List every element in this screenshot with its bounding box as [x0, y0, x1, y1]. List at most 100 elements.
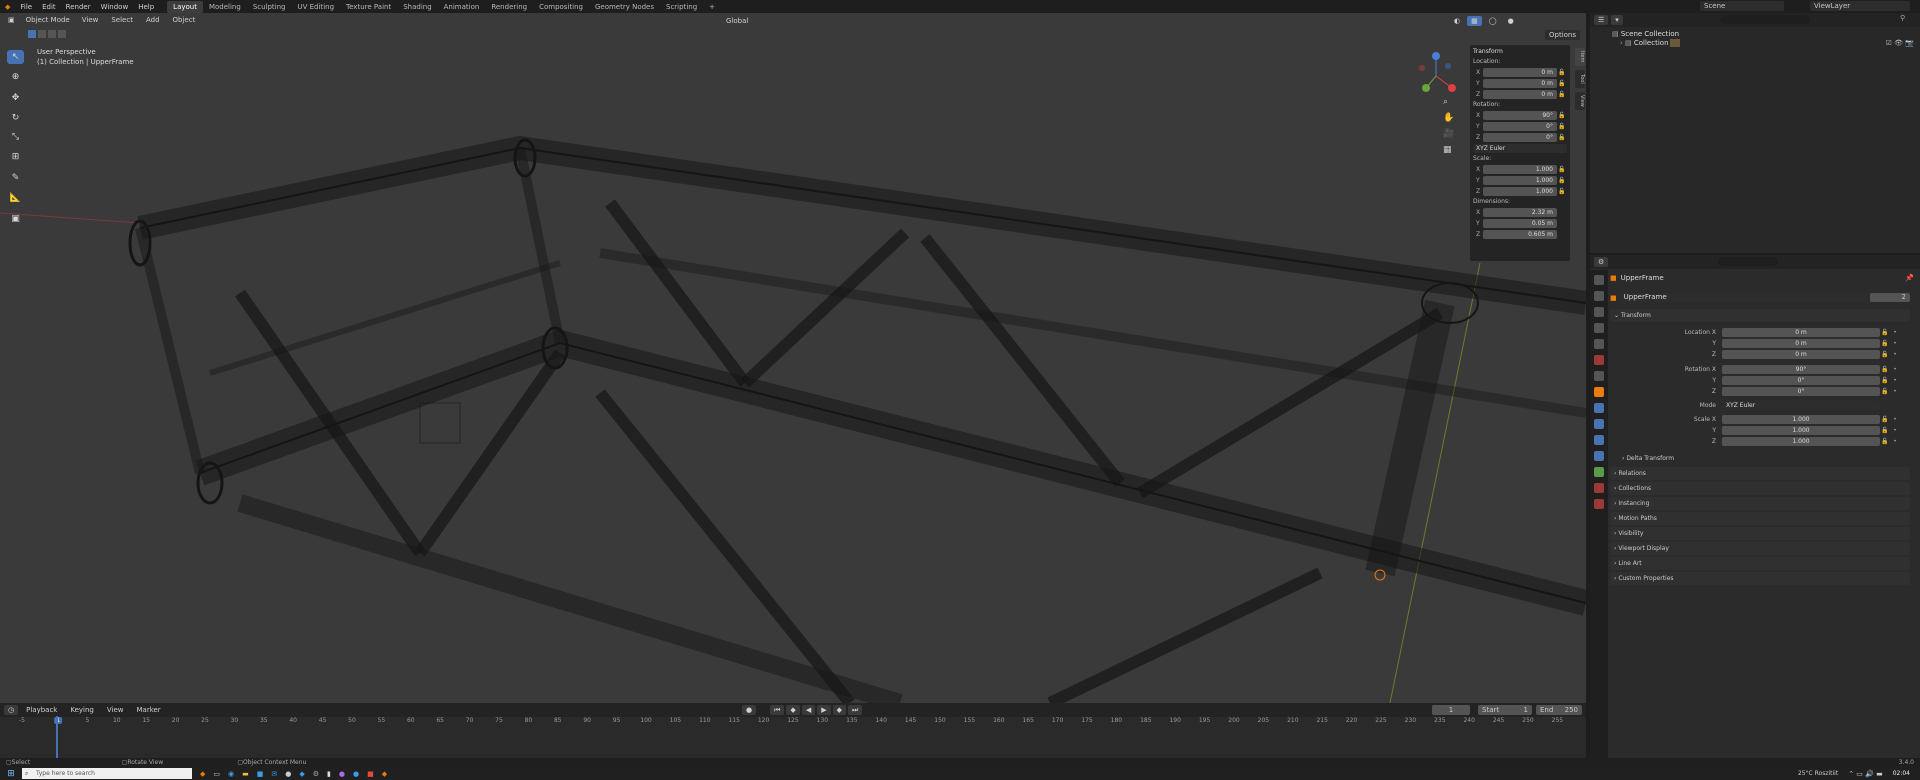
prop-rotation-z-field[interactable]: 0°	[1722, 387, 1880, 396]
rotation-mode-dropdown[interactable]: XYZ Euler	[1722, 401, 1880, 410]
rotation-y-field[interactable]: 0°	[1483, 122, 1557, 131]
workspace-tab-animation[interactable]: Animation	[438, 1, 486, 13]
section-relations[interactable]: › Relations	[1610, 467, 1910, 480]
scene-selector[interactable]: Scene	[1700, 1, 1784, 11]
lock-icon[interactable]: 🔓	[1557, 112, 1567, 119]
workspace-tab-geometry-nodes[interactable]: Geometry Nodes	[589, 1, 660, 13]
mail-icon[interactable]: ✉	[271, 770, 277, 778]
pin-icon[interactable]: 📌	[1905, 274, 1914, 282]
location-z-field[interactable]: 0 m	[1483, 90, 1557, 99]
menu-help[interactable]: Help	[133, 3, 159, 11]
scale-y-field[interactable]: 1.000	[1483, 176, 1557, 185]
filter-icon[interactable]: ⚲	[1900, 14, 1905, 22]
render-tab-icon[interactable]	[1594, 291, 1604, 301]
zoom-icon[interactable]: ⌕	[1443, 97, 1448, 107]
lock-icon[interactable]: 🔓	[1880, 438, 1890, 445]
app-blue-icon[interactable]: ●	[353, 770, 359, 778]
prop-scale-x-field[interactable]: 1.000	[1722, 415, 1880, 424]
tray-icons[interactable]: ⌃ ▭ 🔊 ▬	[1848, 770, 1882, 778]
dimensions-x-field[interactable]: 2.32 m	[1483, 208, 1557, 217]
select-new-icon[interactable]	[28, 30, 36, 38]
3d-viewport[interactable]: ▣ Object Mode View Select Add Object Glo…	[0, 13, 1586, 703]
wireframe-shading-button[interactable]: ◯	[1484, 16, 1501, 26]
app-orange-icon[interactable]: ◆	[382, 770, 387, 778]
keyframe-dot-icon[interactable]: •	[1890, 427, 1900, 434]
solid-shading-button[interactable]: ●	[1503, 16, 1518, 26]
material-tab-icon[interactable]	[1594, 483, 1604, 493]
dimensions-y-field[interactable]: 0.05 m	[1483, 219, 1557, 228]
scale-tool-icon[interactable]: ⤡	[7, 130, 24, 144]
constraints-tab-icon[interactable]	[1594, 451, 1604, 461]
xray-toggle[interactable]: ▦	[1467, 16, 1482, 26]
lock-icon[interactable]: 🔓	[1880, 377, 1890, 384]
select-invert-icon[interactable]	[58, 30, 66, 38]
settings-icon[interactable]: ⚙	[313, 770, 319, 778]
npanel-tab-tool[interactable]: Tool	[1575, 70, 1585, 88]
scene-collection-row[interactable]: ▤ Scene Collection	[1590, 27, 1920, 38]
scale-x-field[interactable]: 1.000	[1483, 165, 1557, 174]
lock-icon[interactable]: 🔓	[1557, 188, 1567, 195]
keyframe-dot-icon[interactable]: •	[1890, 388, 1900, 395]
camera-icon[interactable]: 🎥	[1443, 129, 1454, 139]
menu-window[interactable]: Window	[96, 3, 134, 11]
lock-icon[interactable]: 🔓	[1880, 340, 1890, 347]
physics-tab-icon[interactable]	[1594, 435, 1604, 445]
workspace-tab-modeling[interactable]: Modeling	[203, 1, 247, 13]
transform-panel-header[interactable]: ⌄ Transform	[1610, 309, 1910, 322]
blender-logo-icon[interactable]: ◆	[0, 3, 15, 11]
modifier-tab-icon[interactable]	[1594, 403, 1604, 413]
grid-perspective-icon[interactable]: ▦	[1443, 145, 1452, 155]
windows-start-icon[interactable]: ⊞	[0, 769, 22, 779]
scale-z-field[interactable]: 1.000	[1483, 187, 1557, 196]
world-tab-icon[interactable]	[1594, 355, 1604, 365]
select-box-tool-icon[interactable]: ↖	[7, 50, 24, 64]
workspace-tab-sculpting[interactable]: Sculpting	[247, 1, 292, 13]
keyframe-dot-icon[interactable]: •	[1890, 416, 1900, 423]
lock-icon[interactable]: 🔓	[1880, 329, 1890, 336]
rotate-tool-icon[interactable]: ↻	[7, 111, 24, 125]
lock-icon[interactable]: 🔓	[1557, 166, 1567, 173]
section-visibility[interactable]: › Visibility	[1610, 527, 1910, 540]
workspace-tab-layout[interactable]: Layout	[167, 0, 203, 13]
rotation-z-field[interactable]: 0°	[1483, 133, 1557, 142]
transform-orientation-dropdown[interactable]: Global	[722, 16, 753, 26]
tool-tab-icon[interactable]	[1594, 275, 1604, 285]
location-y-field[interactable]: 0 m	[1483, 79, 1557, 88]
blender-taskbar-icon[interactable]: ◆	[200, 770, 205, 778]
workspace-tab-shading[interactable]: Shading	[397, 1, 437, 13]
task-view-icon[interactable]: ▭	[213, 770, 220, 778]
select-subtract-icon[interactable]	[48, 30, 56, 38]
keyframe-dot-icon[interactable]: •	[1890, 329, 1900, 336]
lock-icon[interactable]: 🔓	[1557, 134, 1567, 141]
options-button[interactable]: Options	[1545, 30, 1581, 40]
app-icon[interactable]: ▮	[327, 770, 331, 778]
outliner-search-input[interactable]	[1720, 15, 1810, 24]
prop-scale-y-field[interactable]: 1.000	[1722, 426, 1880, 435]
keyframe-dot-icon[interactable]: •	[1890, 351, 1900, 358]
app-purple-icon[interactable]: ●	[339, 770, 345, 778]
prop-rotation-x-field[interactable]: 90°	[1722, 365, 1880, 374]
menu-file[interactable]: File	[15, 3, 37, 11]
lock-icon[interactable]: 🔓	[1880, 351, 1890, 358]
section-viewport-display[interactable]: › Viewport Display	[1610, 542, 1910, 555]
lock-icon[interactable]: 🔓	[1557, 91, 1567, 98]
keyframe-dot-icon[interactable]: •	[1890, 366, 1900, 373]
file-explorer-icon[interactable]: ▬	[242, 770, 249, 778]
annotate-tool-icon[interactable]: ✎	[7, 171, 24, 185]
npanel-tab-view[interactable]: View	[1575, 92, 1585, 110]
vscode-icon[interactable]: ◆	[299, 770, 304, 778]
cursor-tool-icon[interactable]: ⊕	[7, 70, 24, 84]
edge-browser-icon[interactable]: ◉	[228, 770, 234, 778]
users-count[interactable]: 2	[1870, 293, 1910, 302]
lock-icon[interactable]: 🔓	[1557, 177, 1567, 184]
section-collections[interactable]: › Collections	[1610, 482, 1910, 495]
store-icon[interactable]: ■	[257, 770, 264, 778]
visibility-toggles[interactable]: ☑ 👁 📷	[1886, 39, 1914, 47]
workspace-tab-compositing[interactable]: Compositing	[533, 1, 589, 13]
data-tab-icon[interactable]	[1594, 467, 1604, 477]
chrome-icon[interactable]: ●	[285, 770, 291, 778]
viewport-menu-add[interactable]: Add	[141, 16, 165, 24]
section-motion-paths[interactable]: › Motion Paths	[1610, 512, 1910, 525]
section-line-art[interactable]: › Line Art	[1610, 557, 1910, 570]
view-layer-tab-icon[interactable]	[1594, 323, 1604, 333]
